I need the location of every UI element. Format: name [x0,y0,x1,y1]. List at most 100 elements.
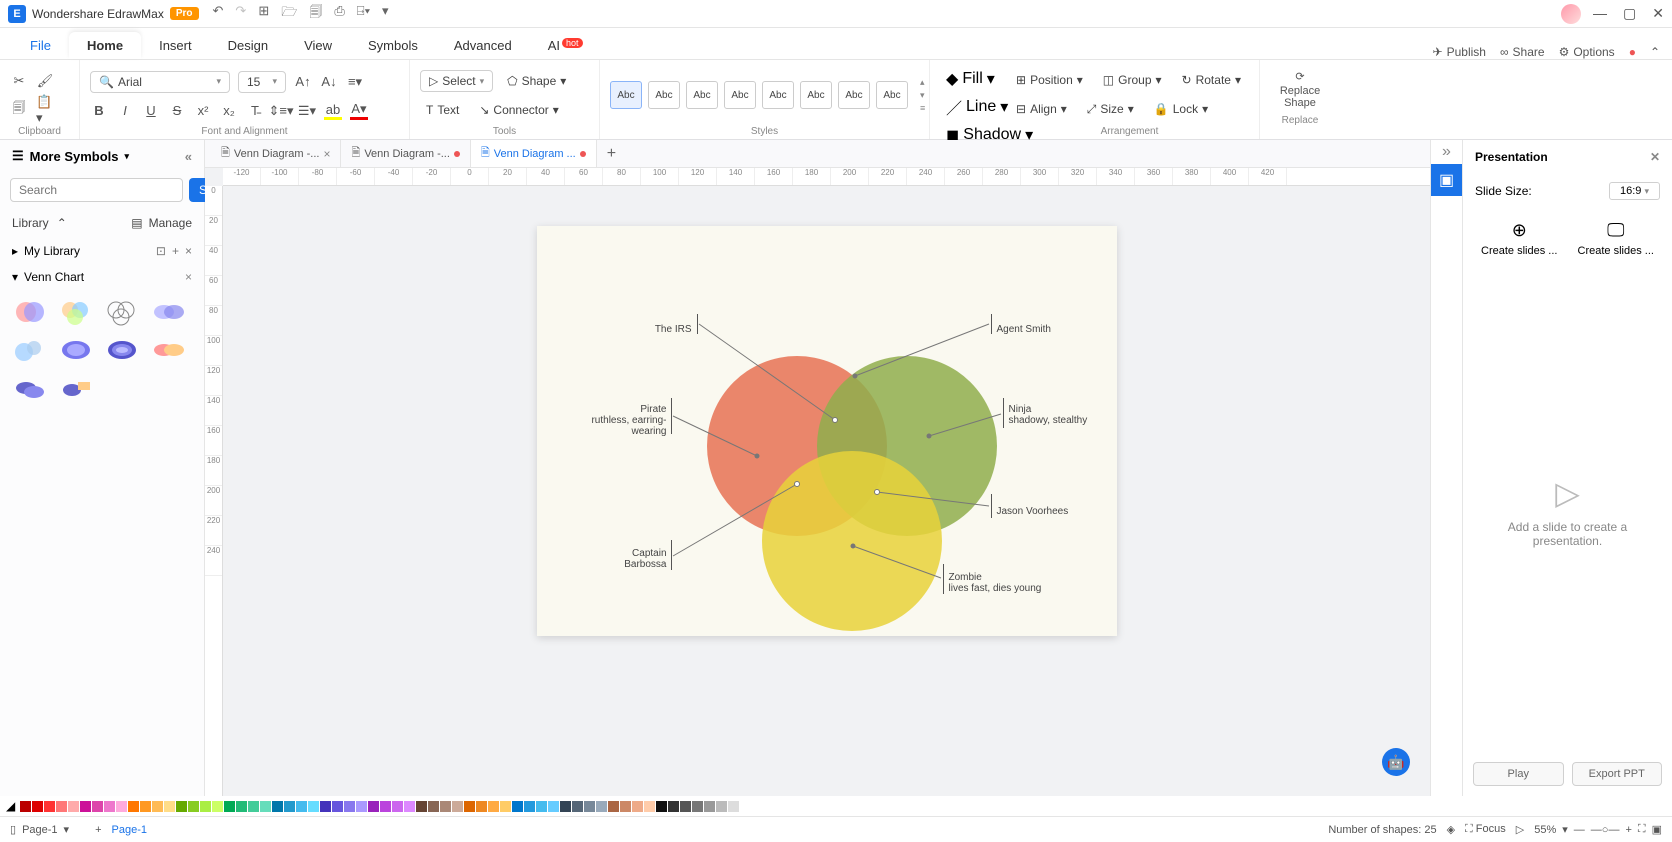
close-panel-icon[interactable]: ✕ [1650,150,1660,164]
color-swatch[interactable] [92,801,103,812]
shrink-font-icon[interactable]: A↓ [320,73,338,91]
size-button[interactable]: ⤢ Size▾ [1081,99,1140,120]
close-category-icon[interactable]: × [185,270,192,284]
label-captain[interactable]: Captain Barbossa [615,548,667,570]
add-tab-icon[interactable]: + [597,145,626,163]
color-swatch[interactable] [32,801,43,812]
color-swatch[interactable] [524,801,535,812]
venn-thumb[interactable] [148,296,188,328]
font-family-select[interactable]: 🔍Arial▾ [90,71,230,93]
manage-icon[interactable]: ▤ [131,216,142,230]
color-swatch[interactable] [440,801,451,812]
venn-thumb[interactable] [148,334,188,366]
line-spacing-icon[interactable]: ⇕≡▾ [272,102,290,120]
color-swatch[interactable] [188,801,199,812]
manage-label[interactable]: Manage [149,216,192,230]
color-swatch[interactable] [740,801,751,812]
color-swatch[interactable] [716,801,727,812]
color-swatch[interactable] [668,801,679,812]
italic-icon[interactable]: I [116,102,134,120]
style-swatch[interactable]: Abc [800,81,832,109]
venn-thumb[interactable] [56,334,96,366]
label-pirate[interactable]: Pirate ruthless, earring- wearing [567,404,667,437]
color-swatch[interactable] [308,801,319,812]
chevron-down-icon[interactable]: ▾ [125,151,130,162]
color-swatch[interactable] [464,801,475,812]
save-icon[interactable]: 🗐 [309,3,322,25]
color-swatch[interactable] [584,801,595,812]
zoom-slider[interactable]: —○— [1591,824,1620,836]
style-swatch[interactable]: Abc [876,81,908,109]
highlight-icon[interactable]: ab [324,102,342,120]
publish-button[interactable]: ✈ Publish [1433,45,1486,59]
cut-icon[interactable]: ✂ [10,72,28,90]
color-swatch[interactable] [548,801,559,812]
canvas[interactable]: The IRS Agent Smith Pirate ruthless, ear… [223,186,1430,796]
new-lib-icon[interactable]: ⊡ [156,244,166,258]
color-swatch[interactable] [644,801,655,812]
play-preview-icon[interactable]: ▷ [1516,823,1524,836]
user-avatar[interactable] [1561,4,1581,24]
slide-size-select[interactable]: 16:9 ▾ [1609,182,1660,200]
text-tool[interactable]: T Text [420,100,465,120]
style-swatch[interactable]: Abc [686,81,718,109]
color-swatch[interactable] [332,801,343,812]
minimize-icon[interactable]: — [1593,5,1607,22]
select-tool[interactable]: ▷ Select ▾ [420,70,493,92]
expand-right-icon[interactable]: » [1431,140,1462,164]
export-icon[interactable]: ⍈▾ [357,3,370,25]
copy-icon[interactable]: 🗐 [10,101,28,119]
color-swatch[interactable] [656,801,667,812]
layers-icon[interactable]: ◈ [1447,823,1455,836]
color-swatch[interactable] [704,801,715,812]
color-swatch[interactable] [596,801,607,812]
color-swatch[interactable] [68,801,79,812]
color-swatch[interactable] [404,801,415,812]
color-swatch[interactable] [116,801,127,812]
color-swatch[interactable] [560,801,571,812]
style-swatch[interactable]: Abc [724,81,756,109]
tab-advanced[interactable]: Advanced [436,32,530,59]
collapse-cat-icon[interactable]: ▾ [12,270,18,284]
clear-format-icon[interactable]: T̵ [246,102,264,120]
tab-home[interactable]: Home [69,32,141,59]
collapse-ribbon-icon[interactable]: ⌃ [1650,45,1660,59]
style-swatch[interactable]: Abc [838,81,870,109]
search-input[interactable] [10,178,183,202]
color-swatch[interactable] [452,801,463,812]
export-ppt-button[interactable]: Export PPT [1572,762,1663,786]
diagram-page[interactable]: The IRS Agent Smith Pirate ruthless, ear… [537,226,1117,636]
ai-assistant-icon[interactable]: 🤖 [1382,748,1410,776]
tab-symbols[interactable]: Symbols [350,32,436,59]
color-swatch[interactable] [248,801,259,812]
color-swatch[interactable] [428,801,439,812]
tab-design[interactable]: Design [210,32,286,59]
color-swatch[interactable] [488,801,499,812]
gallery-up-icon[interactable]: ▴ [920,77,925,88]
label-ninja[interactable]: Ninja shadowy, stealthy [1009,404,1088,426]
tab-ai[interactable]: AIhot [530,32,601,59]
venn-circle-zombie[interactable] [762,451,942,631]
doc-tab[interactable]: 🗎Venn Diagram ... [471,140,597,167]
redo-icon[interactable]: ↷ [235,3,246,25]
label-zombie[interactable]: Zombie lives fast, dies young [949,572,1042,594]
more-icon[interactable]: ▾ [382,3,389,25]
superscript-icon[interactable]: x² [194,102,212,120]
color-swatch[interactable] [632,801,643,812]
color-swatch[interactable] [20,801,31,812]
tab-insert[interactable]: Insert [141,32,210,59]
print-icon[interactable]: ⎙ [334,3,344,25]
color-swatch[interactable] [512,801,523,812]
gallery-down-icon[interactable]: ▾ [920,90,925,101]
collapse-panel-icon[interactable]: « [185,149,192,164]
color-swatch[interactable] [296,801,307,812]
color-swatch[interactable] [356,801,367,812]
eyedropper-icon[interactable]: ◢ [6,799,15,813]
color-swatch[interactable] [368,801,379,812]
undo-icon[interactable]: ↶ [213,3,224,25]
venn-thumb[interactable] [10,296,50,328]
color-swatch[interactable] [320,801,331,812]
color-swatch[interactable] [200,801,211,812]
mylib-label[interactable]: My Library [24,244,80,258]
color-swatch[interactable] [224,801,235,812]
